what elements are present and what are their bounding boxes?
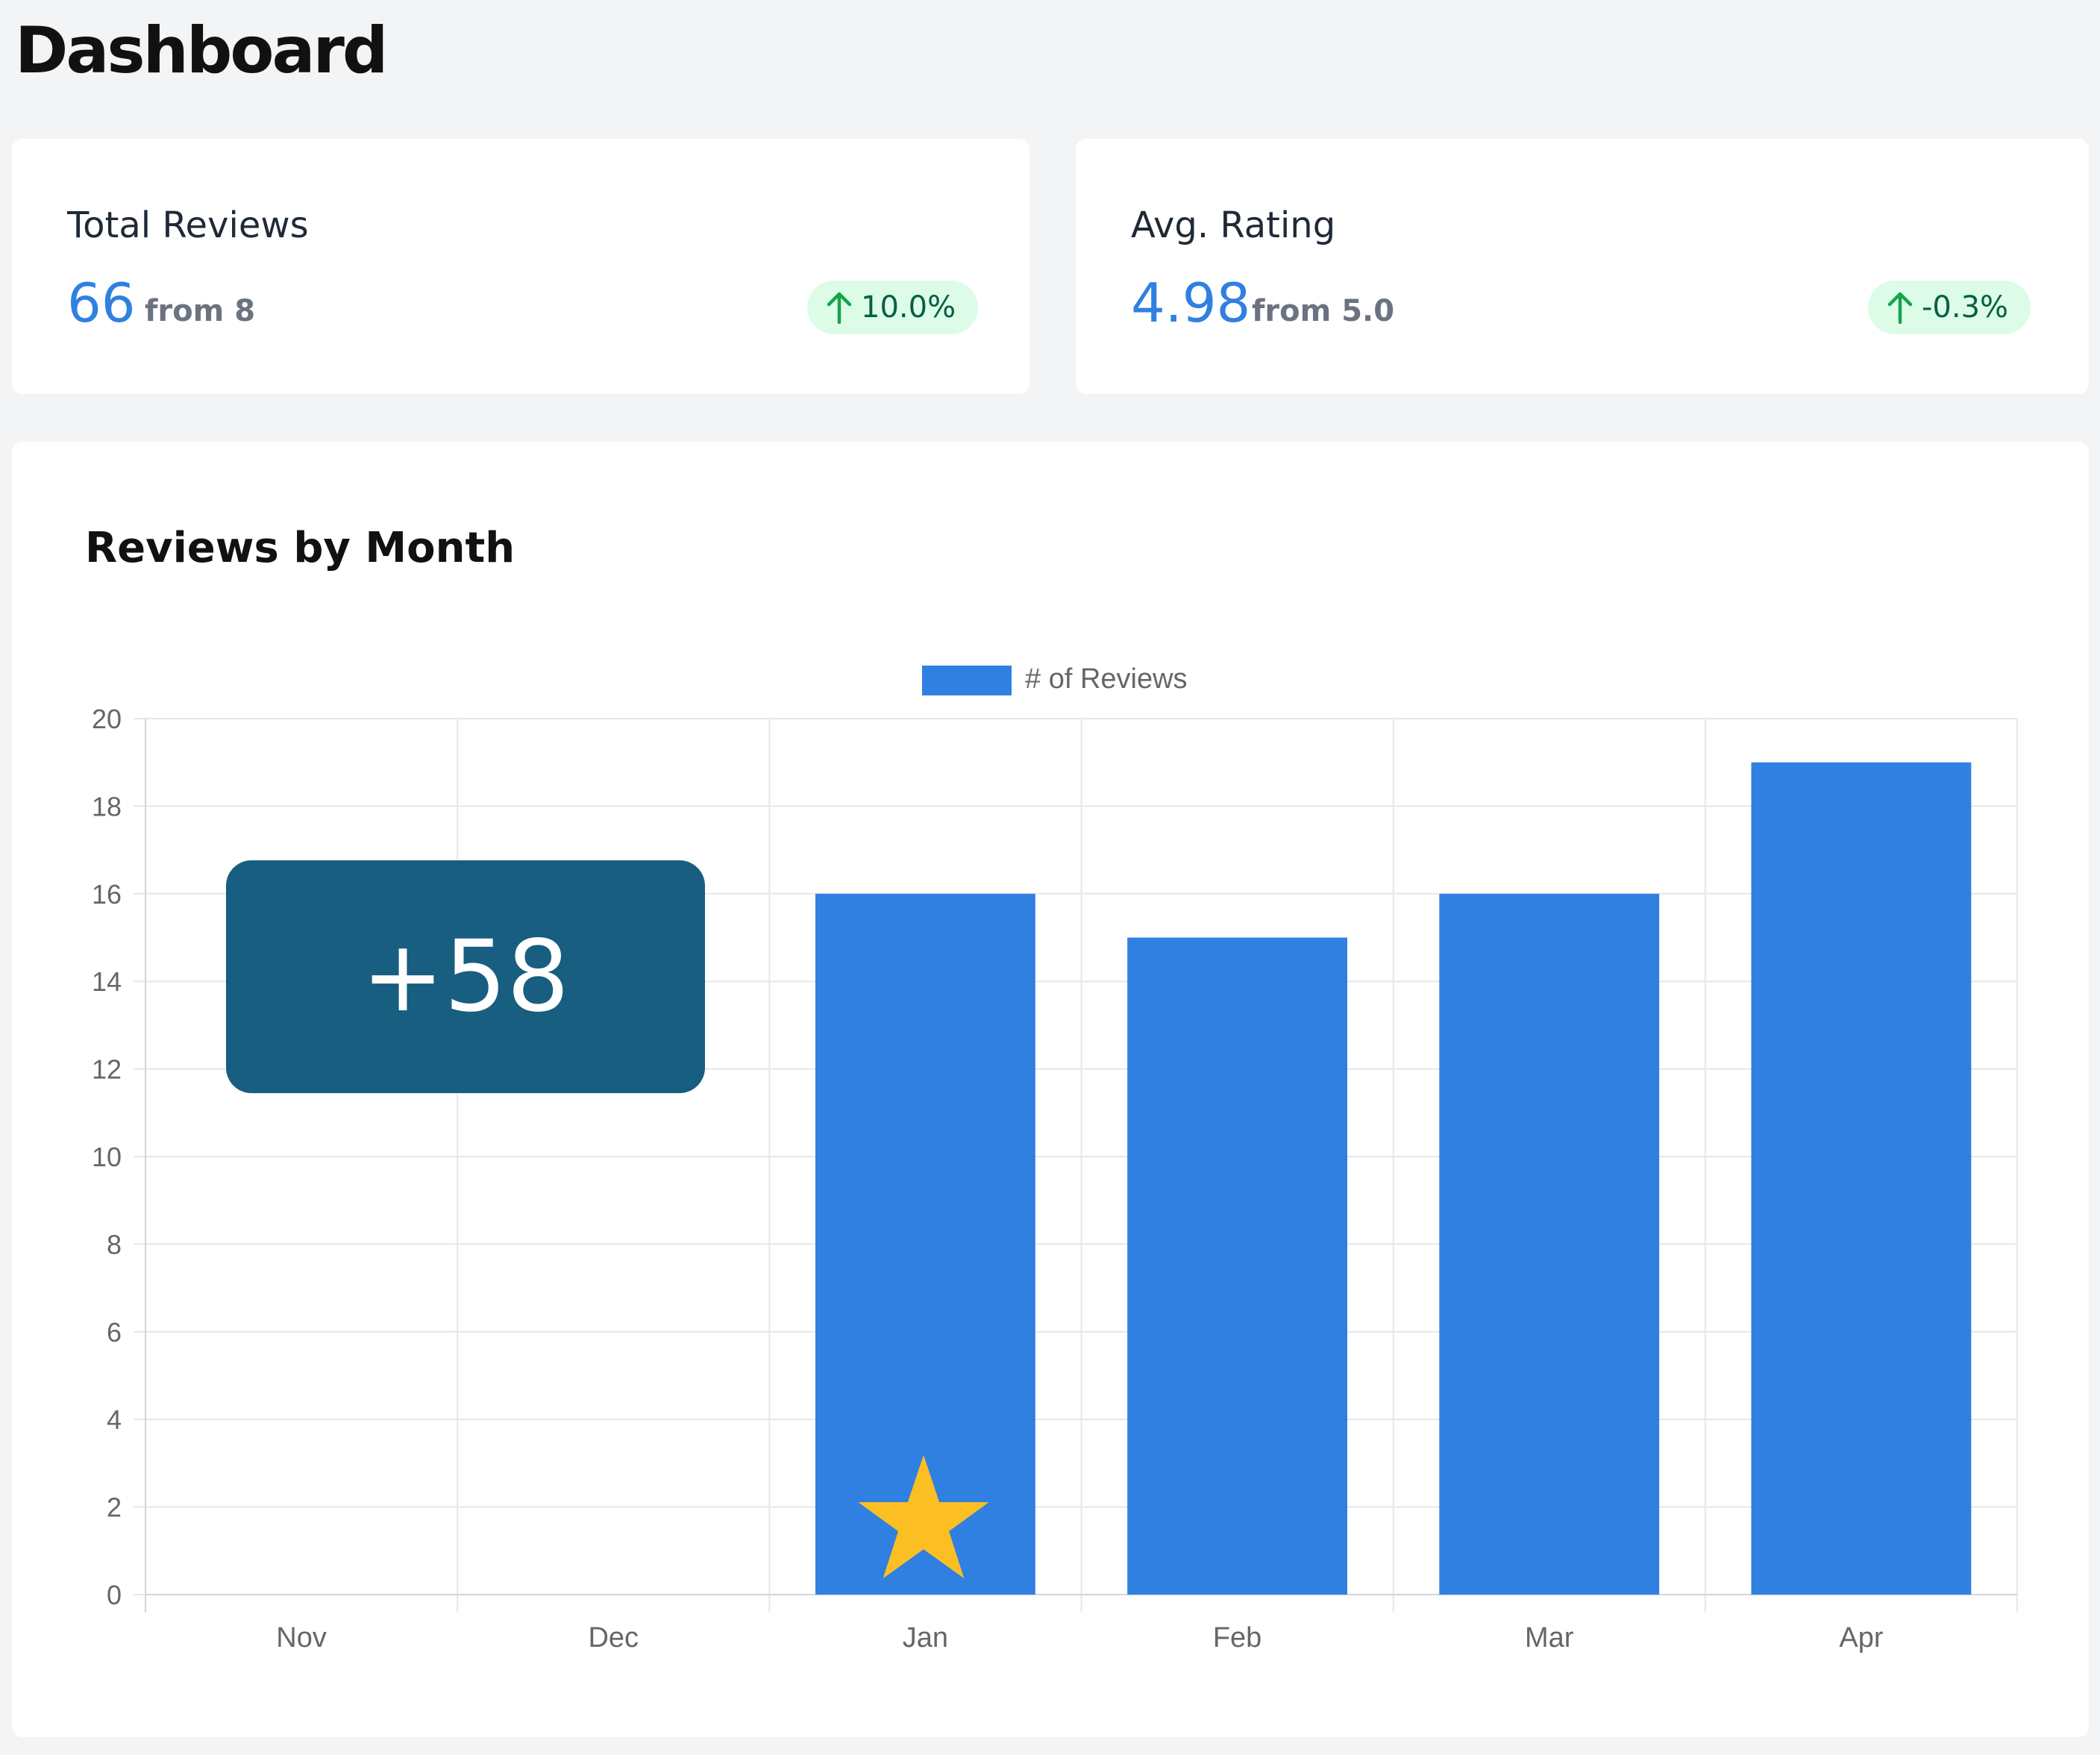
x-tick-label: Apr <box>1839 1622 1883 1654</box>
bar <box>1127 937 1347 1595</box>
y-tick-label: 6 <box>107 1317 122 1348</box>
y-tick-label: 4 <box>107 1404 122 1435</box>
y-tick-label: 20 <box>92 704 122 734</box>
bar <box>1751 762 1972 1595</box>
x-tick-label: Jan <box>903 1622 948 1654</box>
bar <box>1439 893 1660 1595</box>
y-tick-label: 10 <box>92 1142 122 1172</box>
x-tick-label: Feb <box>1213 1622 1261 1654</box>
x-tick-label: Mar <box>1525 1622 1574 1654</box>
x-tick-label: Dec <box>588 1622 639 1654</box>
overlay-value: +58 <box>361 919 570 1034</box>
increase-overlay: +58 <box>226 860 705 1093</box>
y-tick-label: 12 <box>92 1054 122 1085</box>
legend-swatch <box>922 666 1012 695</box>
star-icon <box>858 1455 989 1579</box>
legend-label: # of Reviews <box>1025 663 1188 695</box>
y-tick-label: 14 <box>92 966 122 997</box>
y-tick-label: 16 <box>92 879 122 910</box>
y-tick-label: 18 <box>92 791 122 822</box>
y-tick-label: 0 <box>107 1580 122 1610</box>
y-tick-label: 2 <box>107 1492 122 1523</box>
x-tick-label: Nov <box>276 1622 327 1654</box>
y-tick-label: 8 <box>107 1229 122 1260</box>
